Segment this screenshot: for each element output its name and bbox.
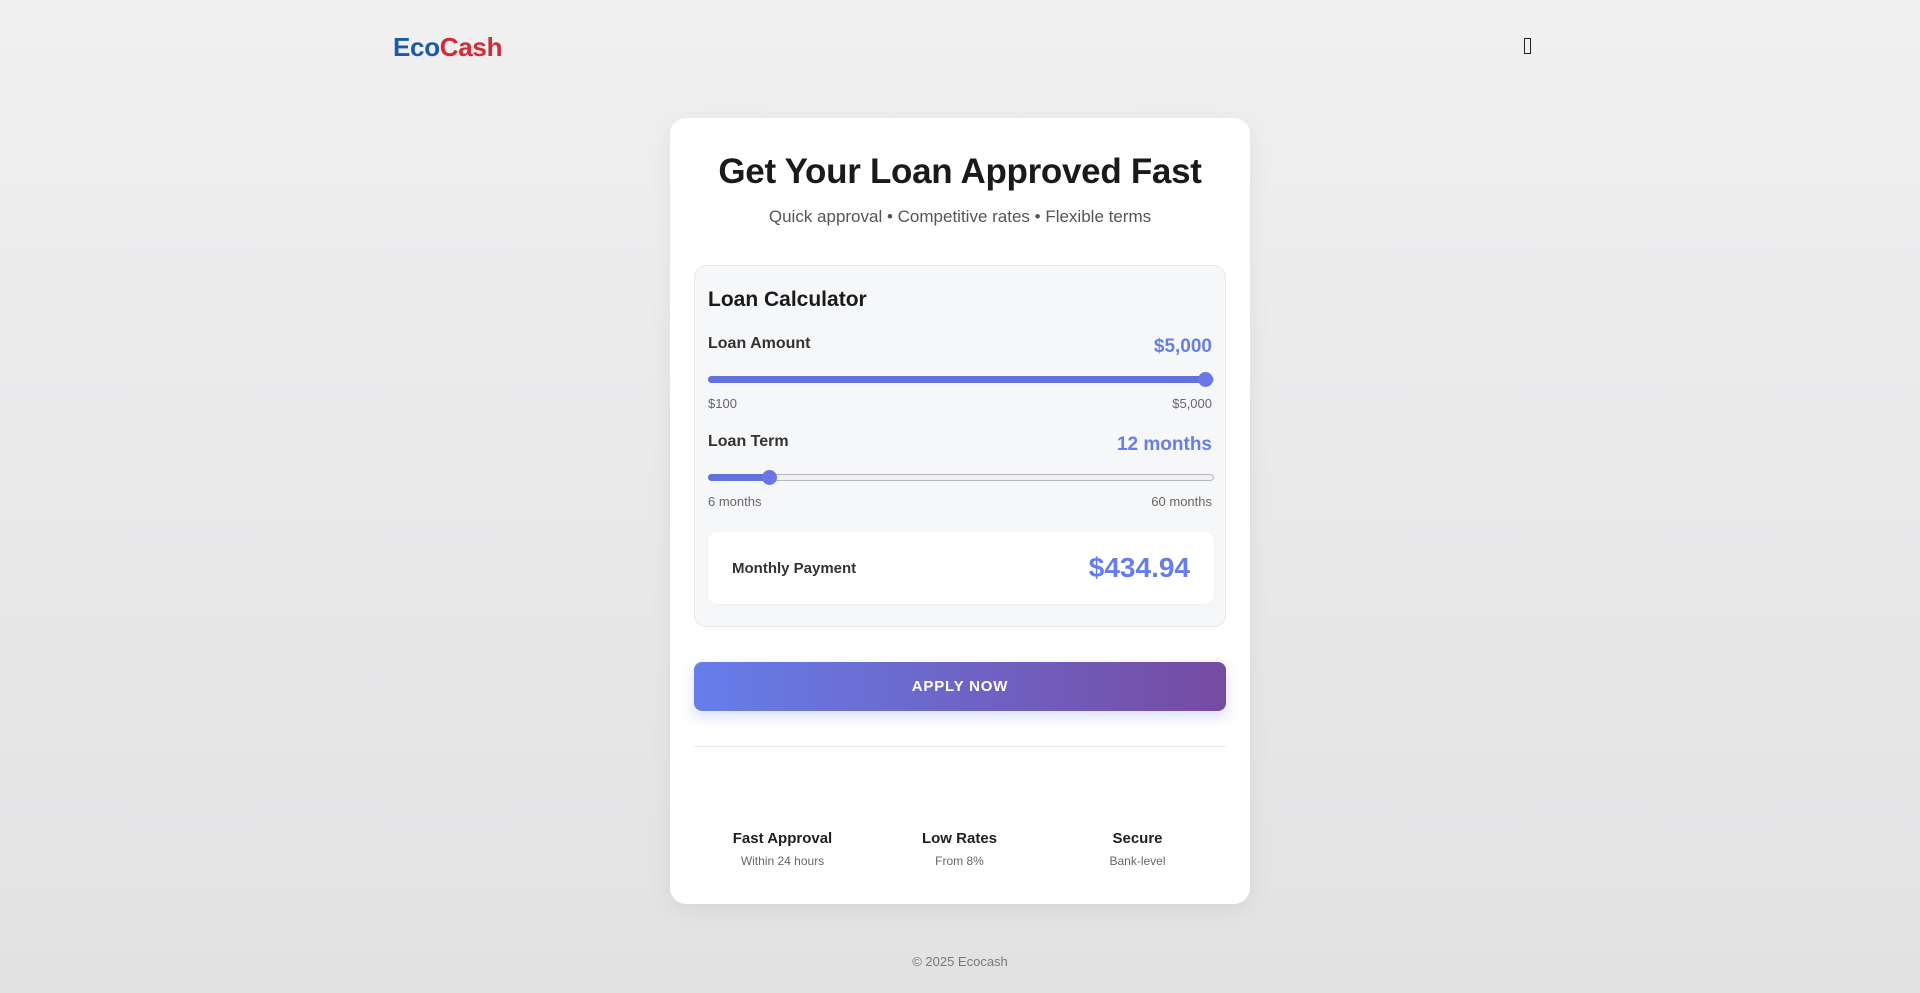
loan-term-label: Loan Term xyxy=(708,433,789,450)
feature-title: Fast Approval xyxy=(732,830,833,847)
loan-term-min: 6 months xyxy=(708,494,762,509)
loan-term-thumb[interactable] xyxy=(762,470,778,485)
apply-now-button[interactable]: APPLY NOW xyxy=(694,662,1226,711)
monthly-payment-box: Monthly Payment $434.94 xyxy=(708,532,1214,604)
divider xyxy=(694,746,1226,747)
loan-term-max: 60 months xyxy=(1151,494,1212,509)
page-subtitle: Quick approval • Competitive rates • Fle… xyxy=(768,207,1152,226)
menu-button[interactable] xyxy=(1515,30,1539,62)
monthly-payment-value: $434.94 xyxy=(1088,552,1190,583)
loan-term-slider[interactable] xyxy=(708,468,1214,488)
feature-title: Low Rates xyxy=(921,830,997,847)
footer-copyright: © 2025 Ecocash xyxy=(912,954,1008,969)
feature-title: Secure xyxy=(1112,830,1163,847)
feature-fast-approval: Fast Approval Within 24 hours xyxy=(694,830,871,868)
loan-amount-min: $100 xyxy=(708,396,737,411)
menu-icon xyxy=(1523,38,1531,54)
site-header: EcoCash xyxy=(0,0,1920,96)
loan-card: Get Your Loan Approved Fast Quick approv… xyxy=(670,118,1250,904)
loan-amount-max: $5,000 xyxy=(1172,396,1212,411)
feature-low-rates: Low Rates From 8% xyxy=(871,830,1048,868)
loan-amount-value: $5,000 xyxy=(1153,336,1212,357)
loan-amount-label: Loan Amount xyxy=(708,335,811,352)
loan-amount-fill xyxy=(708,376,1206,383)
feature-subtitle: Within 24 hours xyxy=(740,854,825,868)
loan-term-track xyxy=(708,474,1214,481)
feature-subtitle: From 8% xyxy=(935,854,984,868)
loan-term-fill xyxy=(708,474,771,481)
logo-eco-text: Eco xyxy=(393,32,440,62)
loan-amount-thumb[interactable] xyxy=(1198,372,1213,387)
features-list: Fast Approval Within 24 hours Low Rates … xyxy=(694,830,1226,880)
loan-term-value: 12 months xyxy=(1116,434,1212,455)
feature-secure: Secure Bank-level xyxy=(1049,830,1226,868)
ecocash-logo[interactable]: EcoCash xyxy=(393,32,502,63)
feature-subtitle: Bank-level xyxy=(1109,854,1166,868)
calculator-title: Loan Calculator xyxy=(708,288,867,311)
loan-calculator: Loan Calculator Loan Amount $5,000 $100 … xyxy=(694,265,1226,627)
page-title: Get Your Loan Approved Fast xyxy=(718,152,1202,191)
monthly-payment-label: Monthly Payment xyxy=(732,560,857,577)
logo-cash-text: Cash xyxy=(439,32,503,62)
loan-amount-slider[interactable] xyxy=(708,370,1214,390)
